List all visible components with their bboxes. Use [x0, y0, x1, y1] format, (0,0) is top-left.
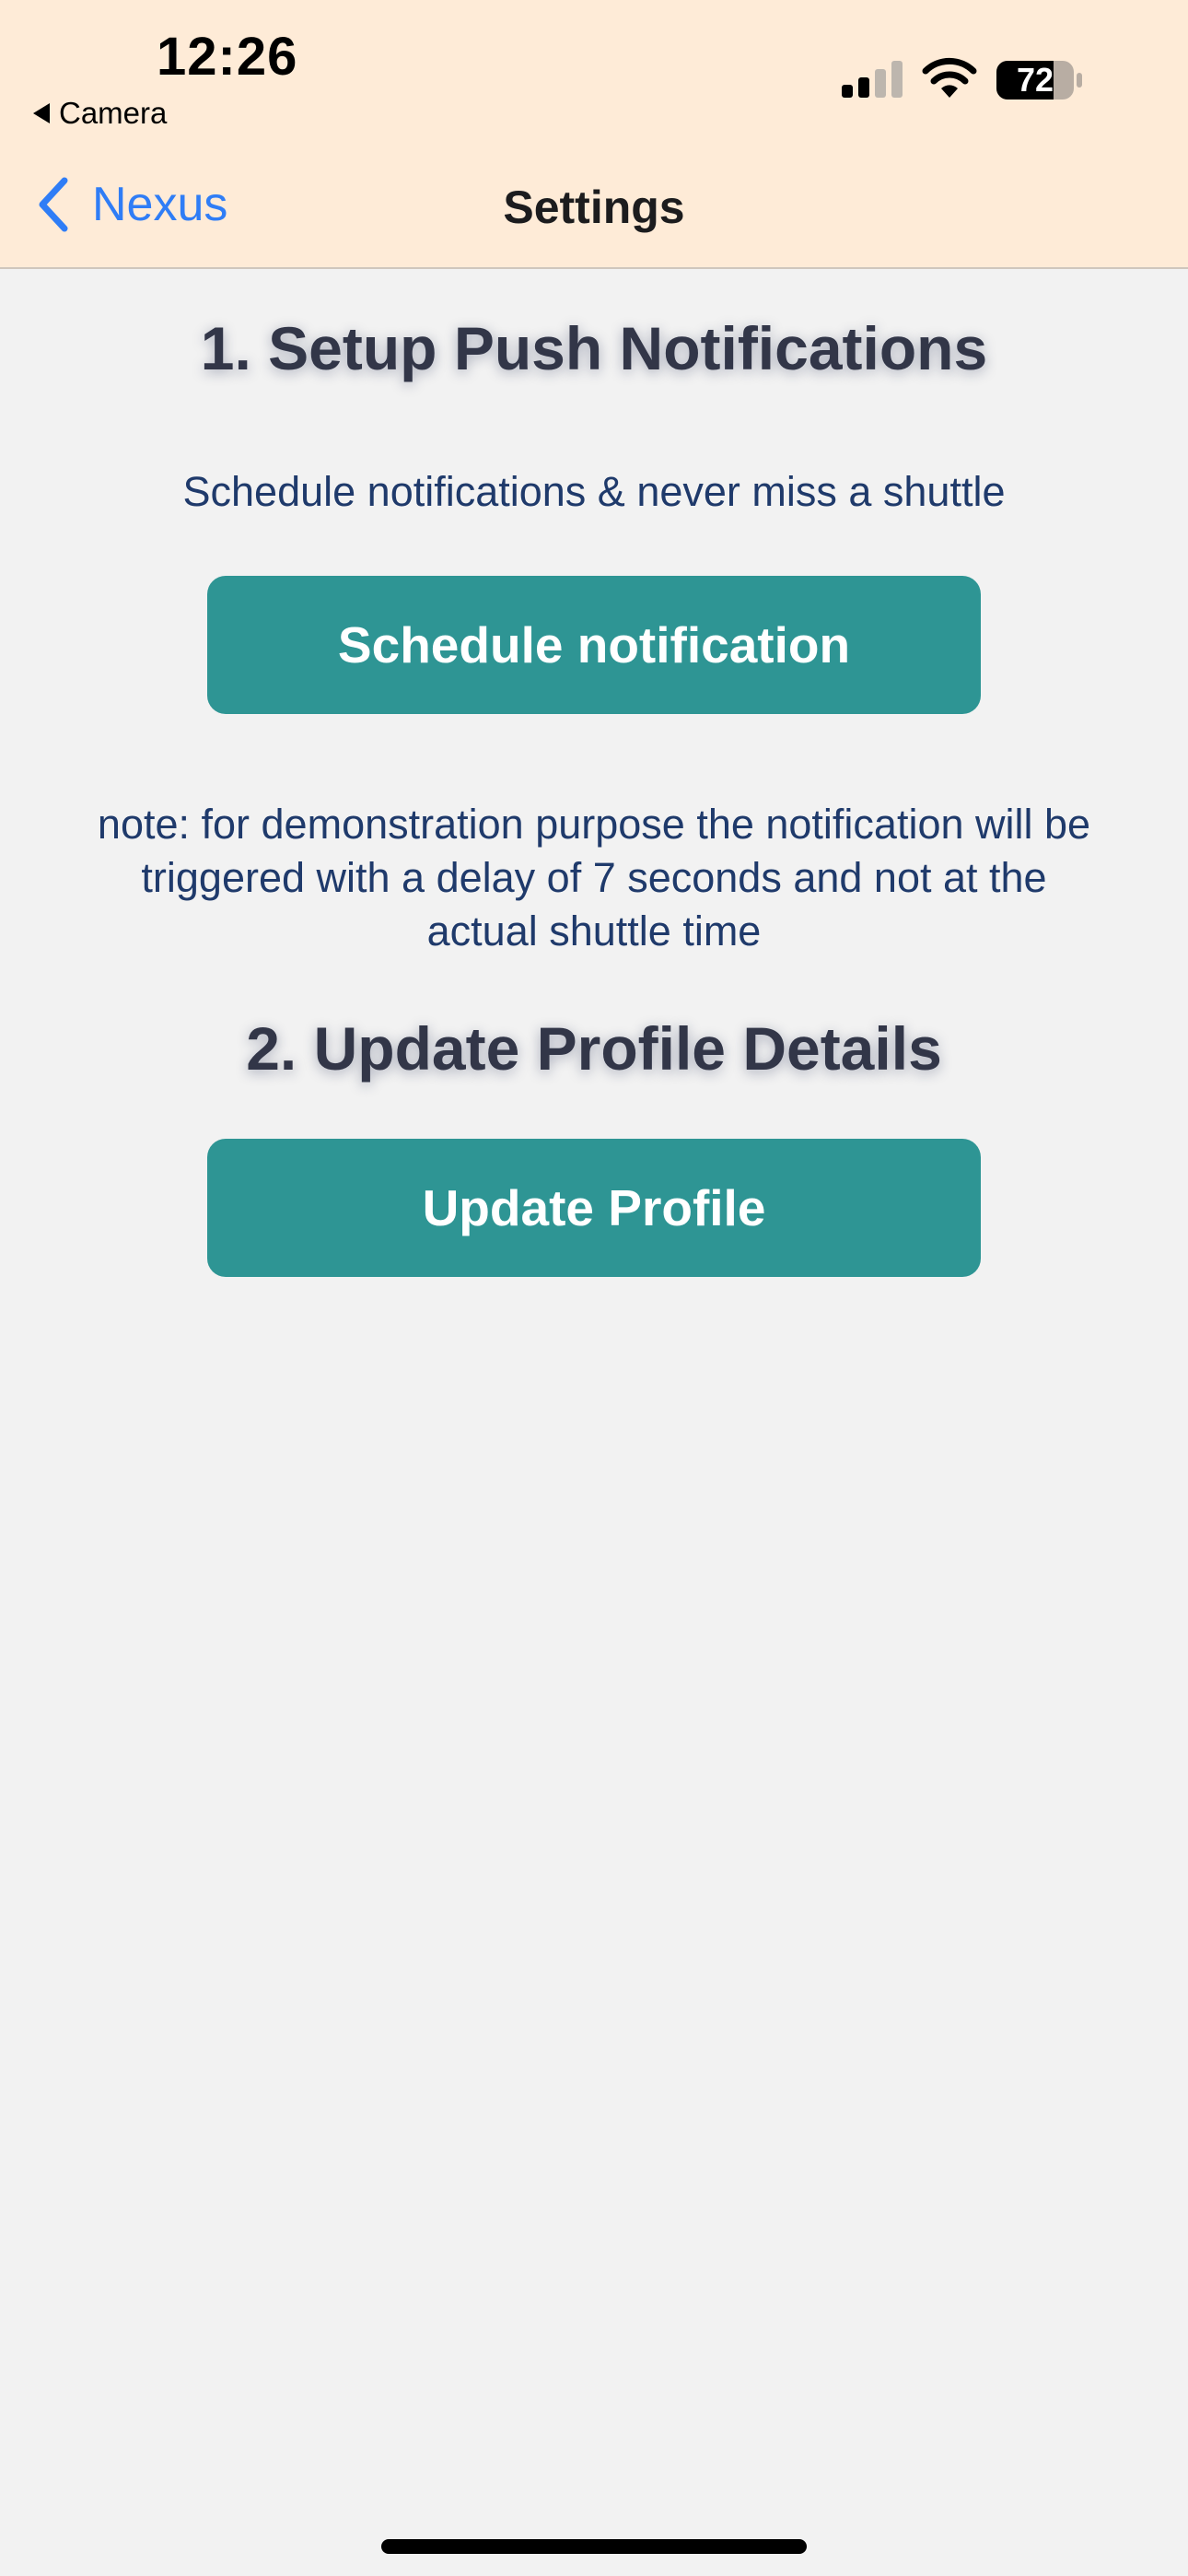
header-area: 12:26 Camera 72 Nexus Settings: [0, 0, 1188, 269]
back-app-label: Camera: [59, 96, 168, 130]
settings-screen: 12:26 Camera 72 Nexus Settings 1. Setup …: [0, 0, 1188, 2576]
battery-icon: 72: [996, 59, 1083, 101]
demonstration-note: note: for demonstration purpose the noti…: [37, 798, 1151, 958]
push-notifications-description: Schedule notifications & never miss a sh…: [182, 468, 1006, 515]
update-profile-heading: 2. Update Profile Details: [246, 1014, 942, 1083]
note-line: actual shuttle time: [426, 907, 762, 954]
home-indicator[interactable]: [381, 2539, 807, 2554]
schedule-notification-button[interactable]: Schedule notification: [207, 576, 981, 714]
page-title: Settings: [503, 181, 685, 233]
note-line: triggered with a delay of 7 seconds and …: [141, 854, 1047, 901]
update-profile-button[interactable]: Update Profile: [207, 1139, 981, 1277]
battery-level: 72: [1016, 61, 1054, 99]
cellular-signal-icon: [842, 61, 903, 98]
back-triangle-icon: [33, 103, 50, 123]
back-to-app-link[interactable]: Camera: [33, 96, 167, 131]
wifi-icon: [922, 57, 977, 98]
push-notifications-heading: 1. Setup Push Notifications: [200, 314, 988, 382]
note-line: note: for demonstration purpose the noti…: [97, 801, 1091, 848]
status-time: 12:26: [157, 27, 298, 87]
